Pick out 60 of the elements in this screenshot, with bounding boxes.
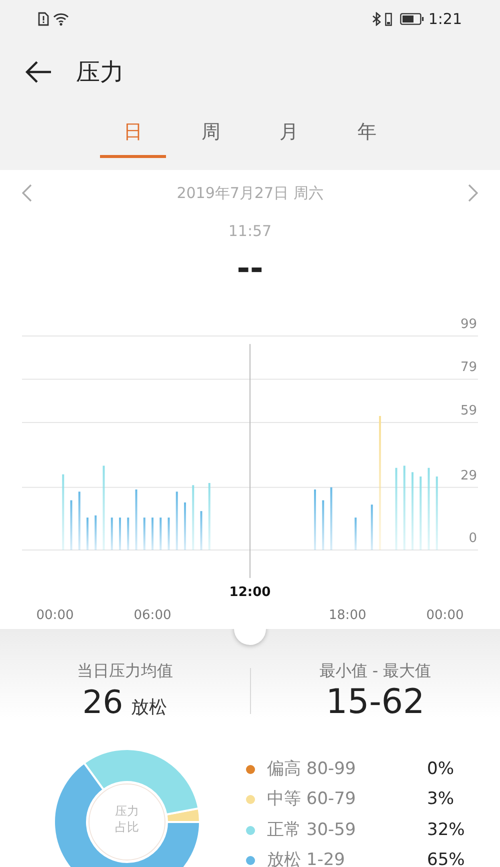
bar bbox=[330, 487, 332, 550]
y-axis-label: 59 bbox=[460, 403, 477, 418]
battery-small-icon bbox=[385, 12, 392, 26]
bar bbox=[370, 504, 373, 550]
bar bbox=[176, 492, 178, 550]
sim-alert-icon bbox=[38, 12, 49, 26]
chevron-right-icon bbox=[468, 184, 478, 202]
date-label: 2019年7月27日 周六 bbox=[176, 182, 324, 204]
bar bbox=[168, 518, 170, 550]
x-axis-label: 18:00 bbox=[328, 608, 366, 623]
stat-value: 15-62 bbox=[326, 683, 425, 722]
y-axis-label: 79 bbox=[460, 360, 477, 376]
x-axis-label: 00:00 bbox=[426, 608, 464, 623]
bar bbox=[143, 518, 146, 550]
y-axis-label: 99 bbox=[460, 317, 477, 332]
battery-icon bbox=[400, 13, 424, 25]
chevron-left-icon bbox=[22, 184, 32, 202]
page-title: 压力 bbox=[76, 57, 124, 88]
stat-value: 26 bbox=[82, 683, 124, 722]
legend-label: 偏高 80-99 bbox=[267, 758, 357, 781]
period-tab[interactable]: 月 bbox=[250, 106, 328, 160]
bar bbox=[200, 511, 202, 550]
period-tab[interactable]: 年 bbox=[328, 106, 406, 160]
stat-unit: 放松 bbox=[131, 696, 168, 720]
bar bbox=[208, 483, 210, 550]
bar bbox=[322, 500, 324, 550]
bar bbox=[127, 518, 130, 550]
period-tab[interactable]: 日 bbox=[94, 106, 172, 160]
legend-percent: 65% bbox=[427, 849, 465, 867]
legend-percent: 3% bbox=[427, 788, 454, 812]
bluetooth-icon bbox=[372, 12, 382, 26]
wifi-icon bbox=[53, 12, 69, 26]
cursor-time-label: 12:00 bbox=[229, 585, 271, 600]
bar bbox=[94, 515, 97, 550]
bar bbox=[135, 489, 138, 550]
previous-day-button[interactable] bbox=[22, 184, 32, 202]
bar bbox=[78, 492, 80, 550]
next-day-button[interactable] bbox=[468, 184, 478, 202]
period-tab[interactable]: 周 bbox=[172, 106, 250, 160]
legend-percent: 32% bbox=[427, 818, 465, 842]
bar bbox=[70, 500, 72, 550]
x-axis-label: 06:00 bbox=[134, 608, 172, 623]
y-axis-label: 29 bbox=[460, 468, 477, 484]
reading-value: -- bbox=[236, 250, 264, 289]
bar bbox=[160, 518, 162, 550]
bar bbox=[192, 485, 194, 550]
reading-time: 11:57 bbox=[228, 221, 272, 242]
legend-percent: 0% bbox=[427, 758, 454, 781]
stat-label: 最小值 - 最大值 bbox=[319, 660, 432, 682]
donut-center-label: 压力占比 bbox=[114, 804, 140, 836]
legend-label: 中等 60-79 bbox=[267, 788, 357, 812]
stat-label: 当日压力均值 bbox=[76, 660, 173, 682]
bar bbox=[110, 518, 113, 550]
y-axis-label: 0 bbox=[468, 531, 477, 546]
legend-label: 正常 30-59 bbox=[267, 818, 357, 842]
back-arrow-icon bbox=[24, 60, 52, 84]
back-button[interactable] bbox=[24, 60, 52, 84]
x-axis-label: 00:00 bbox=[36, 608, 74, 623]
bar bbox=[354, 518, 357, 550]
status-time: 1:21 bbox=[428, 8, 462, 30]
